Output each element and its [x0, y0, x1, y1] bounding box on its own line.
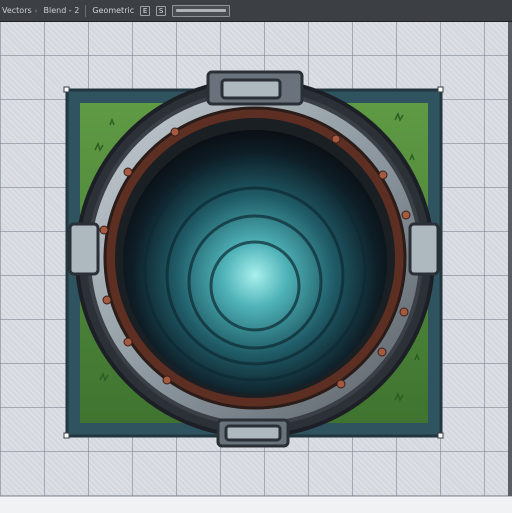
handle-bottom-left [63, 432, 70, 439]
handle-top-left [63, 86, 70, 93]
handle-bottom-right [437, 432, 444, 439]
portal-sprite[interactable] [0, 0, 512, 512]
handle-top-right [437, 86, 444, 93]
portal-depth [123, 130, 387, 394]
